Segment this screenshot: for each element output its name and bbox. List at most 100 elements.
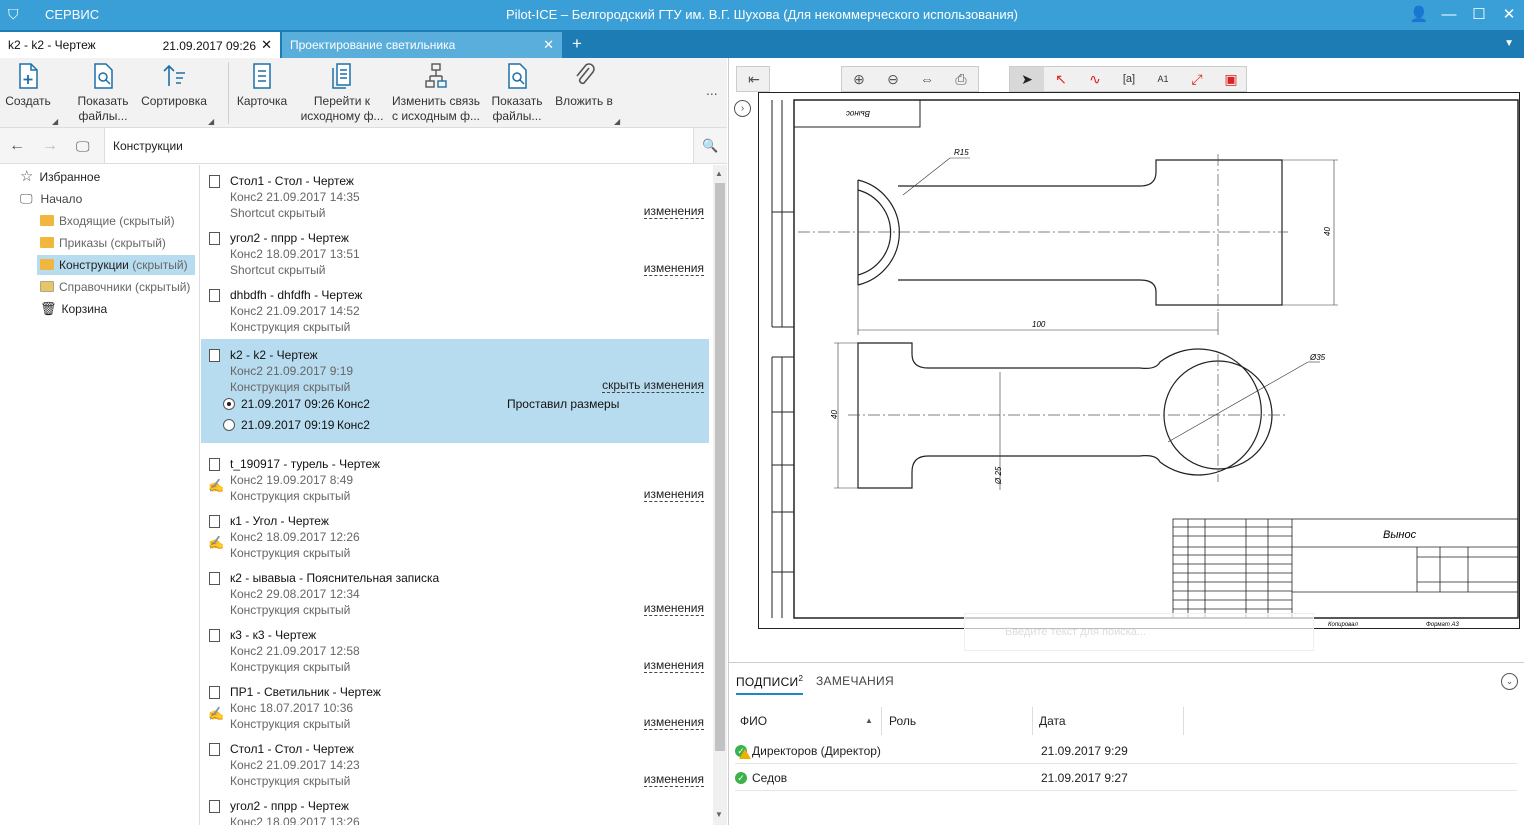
measure-tool-icon[interactable]: ⤢ [1180, 67, 1214, 91]
tree-item-constructions[interactable]: Конструкции (скрытый) [37, 255, 195, 275]
item-meta: Конс2 18.09.2017 13:51 [230, 247, 360, 261]
scrollbar-thumb[interactable] [715, 183, 725, 751]
change-link-button[interactable]: Изменить связь с исходным ф... [390, 62, 482, 124]
column-header-name[interactable]: ФИО [740, 714, 767, 728]
new-tab-button[interactable]: + [566, 33, 588, 55]
version-row[interactable]: 21.09.2017 09:19 Конс2 [223, 418, 703, 432]
close-tab-icon[interactable]: ✕ [543, 37, 554, 53]
table-row[interactable]: ✓ Директоров (Директор) 21.09.2017 9:29 [735, 737, 1517, 764]
card-button[interactable]: Карточка [234, 62, 290, 109]
tab-remarks[interactable]: ЗАМЕЧАНИЯ [816, 674, 894, 688]
minimize-button[interactable]: — [1434, 4, 1464, 26]
show-files-2-button[interactable]: Показать файлы... [488, 62, 546, 124]
changes-link[interactable]: изменения [643, 602, 704, 616]
user-status-icon[interactable]: 👤 [1404, 4, 1434, 26]
item-status: Конструкция скрытый [230, 660, 351, 674]
dropdown-arrow-icon: ◢ [52, 117, 59, 126]
drawing-search-box[interactable]: Введите текст для поиска... [964, 613, 1314, 651]
tree-item-incoming[interactable]: Входящие (скрытый) [40, 211, 175, 231]
version-row[interactable]: 21.09.2017 09:26 Конс2 Проставил размеры [223, 397, 703, 411]
warning-icon [739, 749, 751, 759]
column-header-date[interactable]: Дата [1039, 714, 1066, 728]
breadcrumb[interactable]: Конструкции [104, 128, 694, 163]
create-label: Создать [5, 94, 51, 108]
collapse-panel-icon[interactable]: ⌄ [1501, 673, 1518, 690]
changes-link[interactable]: изменения [643, 488, 704, 502]
tabs-dropdown-icon[interactable]: ▼ [1504, 38, 1514, 49]
hidden-tag: (скрытый) [119, 214, 175, 228]
item-status: Конструкция скрытый [230, 717, 351, 731]
arrow-tool-icon[interactable]: ↖ [1044, 67, 1078, 91]
list-item[interactable]: ✍ ПР1 - Светильник - Чертеж Конс 18.07.2… [201, 676, 709, 733]
rectangle-tool-icon[interactable]: ▣ [1214, 67, 1248, 91]
computer-icon[interactable]: 🖵 [76, 138, 90, 155]
tree-item-orders[interactable]: Приказы (скрытый) [40, 233, 166, 253]
close-window-button[interactable]: ✕ [1494, 4, 1524, 26]
item-status: Конструкция скрытый [230, 380, 351, 394]
signature-icon: ✍ [208, 535, 225, 550]
changes-link[interactable]: изменения [643, 262, 704, 276]
list-item[interactable]: угол2 - ппрр - Чертеж Конс2 18.09.2017 1… [201, 790, 709, 825]
changes-link[interactable]: изменения [643, 773, 704, 787]
more-button[interactable]: ... [706, 82, 718, 98]
show-files-button[interactable]: Показать файлы... [72, 62, 134, 124]
forward-arrow-icon[interactable]: → [42, 137, 58, 155]
shortcut-document-icon [209, 175, 220, 188]
tree-item-home[interactable]: 🖵 Начало [20, 189, 82, 209]
signature-icon: ✍ [208, 478, 225, 493]
close-tab-icon[interactable]: ✕ [261, 37, 272, 53]
zoom-in-icon[interactable]: ⊕ [842, 67, 876, 91]
changes-link[interactable]: изменения [643, 205, 704, 219]
changes-link[interactable]: изменения [643, 659, 704, 673]
table-row[interactable]: ✓ Седов 21.09.2017 9:27 [735, 764, 1517, 791]
fit-width-icon[interactable]: ⇔ [910, 67, 944, 91]
stamp-tool-icon[interactable]: A1 [1146, 67, 1180, 91]
print-icon[interactable]: ⎙ [944, 67, 978, 91]
list-item-selected[interactable]: k2 - k2 - Чертеж Конс2 21.09.2017 9:19 К… [201, 339, 709, 443]
hide-changes-link[interactable]: скрыть изменения [602, 379, 704, 393]
tab-lamp-design[interactable]: Проектирование светильника ✕ [282, 32, 562, 58]
zoom-out-icon[interactable]: ⊖ [876, 67, 910, 91]
expand-icon[interactable]: › [734, 100, 751, 117]
text-tool-icon[interactable]: [a] [1112, 67, 1146, 91]
item-title: к1 - Угол - Чертеж [230, 514, 329, 528]
sort-ascending-icon[interactable]: ▲ [865, 716, 873, 725]
list-item[interactable]: угол2 - ппрр - Чертеж Конс2 18.09.2017 1… [201, 222, 709, 279]
list-scrollbar[interactable]: ▲ ▼ [713, 165, 727, 825]
back-arrow-icon[interactable]: ← [9, 137, 25, 155]
document-icon [209, 572, 220, 585]
search-placeholder: Введите текст для поиска... [1005, 626, 1147, 638]
select-cursor-icon[interactable]: ➤ [1010, 67, 1044, 91]
tree-item-trash[interactable]: 🗑 Корзина [40, 299, 107, 319]
attach-button[interactable]: Вложить в ◢ [552, 62, 620, 126]
list-item[interactable]: Стол1 - Стол - Чертеж Конс2 21.09.2017 1… [201, 165, 709, 222]
column-header-role[interactable]: Роль [889, 714, 916, 728]
version-radio[interactable] [223, 419, 235, 431]
toggle-panel-icon[interactable]: ⇤ [737, 67, 771, 91]
drawing-sheet[interactable]: Вынос 100 40 R15 40 Ø 25 Ø35 Вынос Копир… [758, 92, 1520, 630]
tab-k2[interactable]: k2 - k2 - Чертеж 21.09.2017 09:26 ✕ [0, 32, 280, 58]
maximize-button[interactable]: ☐ [1464, 4, 1494, 26]
search-icon[interactable]: 🔍 [702, 138, 718, 154]
tree-item-favorites[interactable]: ☆ Избранное [20, 167, 100, 187]
list-item[interactable]: к2 - ывавыа - Пояснительная записка Конс… [201, 562, 709, 619]
create-button[interactable]: Создать ◢ [4, 62, 58, 126]
list-item[interactable]: ✍ к1 - Угол - Чертеж Конс2 18.09.2017 12… [201, 505, 709, 562]
list-item[interactable]: dhbdfh - dhfdfh - Чертеж Конс2 21.09.201… [201, 279, 709, 336]
computer-icon: 🖵 [20, 191, 33, 206]
scroll-up-icon[interactable]: ▲ [715, 169, 723, 178]
tab-signatures[interactable]: ПОДПИСИ2 [736, 674, 804, 695]
changes-link[interactable]: изменения [643, 716, 704, 730]
scroll-down-icon[interactable]: ▼ [715, 810, 723, 819]
freehand-tool-icon[interactable]: ∿ [1078, 67, 1112, 91]
tree-item-references[interactable]: Справочники (скрытый) [40, 277, 190, 297]
change-link-label: Изменить связь с исходным ф... [391, 94, 481, 123]
goto-source-button[interactable]: Перейти к исходному ф... [300, 62, 384, 124]
window-title: Pilot-ICE – Белгородский ГТУ им. В.Г. Шу… [506, 7, 1018, 22]
version-radio[interactable] [223, 398, 235, 410]
sort-button[interactable]: Сортировка ◢ [140, 62, 214, 126]
list-item[interactable]: Стол1 - Стол - Чертеж Конс2 21.09.2017 1… [201, 733, 709, 790]
list-item[interactable]: к3 - к3 - Чертеж Конс2 21.09.2017 12:58 … [201, 619, 709, 676]
document-icon [209, 800, 220, 813]
list-item[interactable]: ✍ t_190917 - турель - Чертеж Конс2 19.09… [201, 448, 709, 505]
